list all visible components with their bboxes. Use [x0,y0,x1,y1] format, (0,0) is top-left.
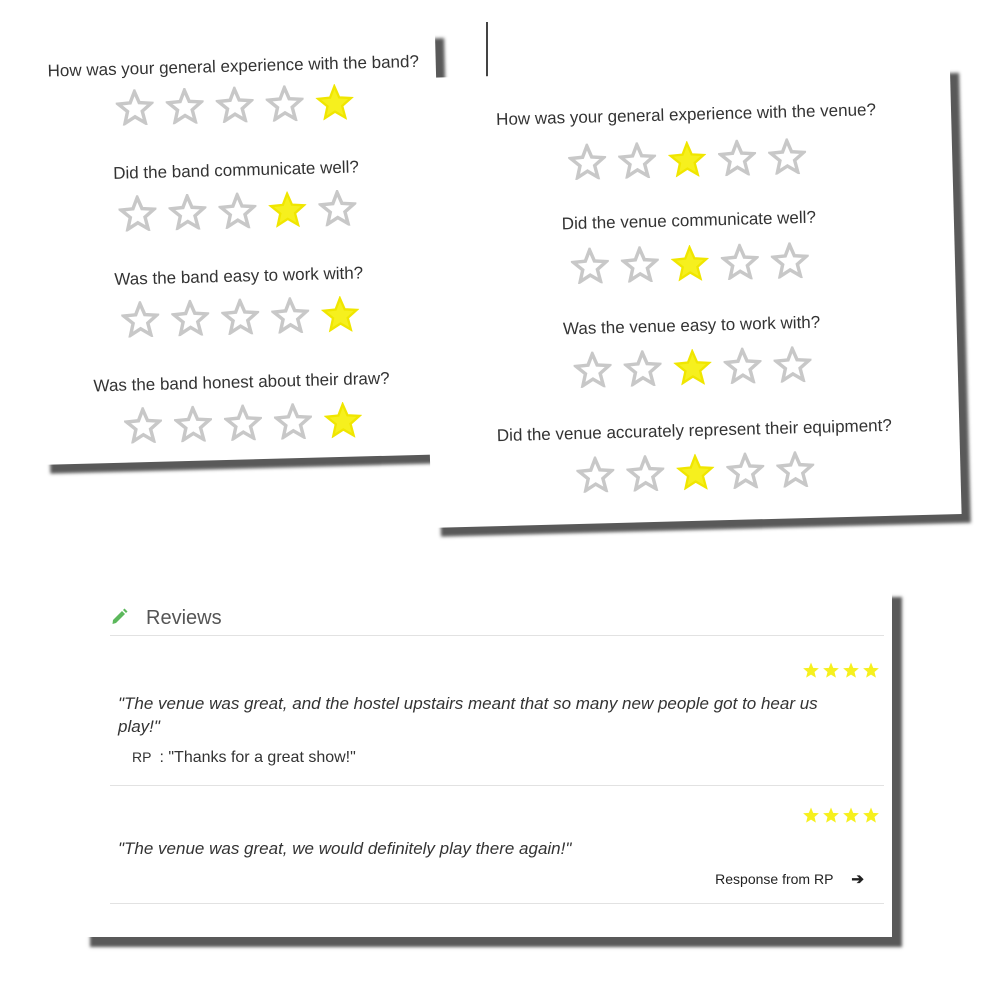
venue-question-1: How was your general experience with the… [495,100,877,130]
band-question-2: Did the band communicate well? [112,157,360,183]
star-empty-icon[interactable] [270,296,310,334]
arrow-right-icon[interactable]: ➔ [851,870,864,888]
star-filled-icon[interactable] [323,401,362,439]
star-empty-icon[interactable] [767,137,807,175]
review-1-quote: "The venue was great, and the hostel ups… [118,694,818,736]
star-filled-icon [842,661,860,679]
venue-question-4: Did the venue accurately represent their… [496,415,893,446]
star-filled-icon [822,661,840,679]
response-from-rp-link[interactable]: Response from RP ➔ [715,870,864,888]
star-filled-icon[interactable] [314,83,354,121]
star-empty-icon[interactable] [620,245,660,283]
band-question-4: Was the band honest about their draw? [93,368,390,396]
star-empty-icon[interactable] [173,405,213,443]
star-filled-icon [802,661,820,679]
star-empty-icon[interactable] [567,143,607,181]
star-filled-icon[interactable] [673,348,712,386]
star-empty-icon[interactable] [117,194,157,232]
venue-rating-1[interactable] [422,134,953,189]
star-empty-icon[interactable] [725,452,765,490]
band-rating-1[interactable] [31,81,437,133]
review-1-stars [800,661,880,684]
star-empty-icon[interactable] [573,351,613,389]
star-empty-icon[interactable] [273,402,313,440]
star-empty-icon[interactable] [167,193,207,231]
venue-question-2: Did the venue communicate well? [561,207,817,234]
star-empty-icon[interactable] [773,345,813,383]
star-empty-icon[interactable] [223,404,263,442]
star-empty-icon[interactable] [264,84,304,122]
review-divider [110,903,884,904]
star-filled-icon [822,806,840,824]
reviews-title: Reviews [146,606,222,629]
band-rating-3[interactable] [37,293,443,345]
reviews-header: Reviews [110,601,222,635]
star-empty-icon[interactable] [123,406,163,444]
reviews-panel: Reviews "The venue was great, and the ho… [80,587,892,937]
pencil-icon [110,606,130,631]
response-link-label[interactable]: Response from RP [715,871,833,887]
star-empty-icon[interactable] [723,347,763,385]
star-empty-icon[interactable] [717,139,757,177]
star-filled-icon [842,806,860,824]
venue-rating-3[interactable] [427,342,958,397]
venue-rating-4[interactable] [430,447,961,502]
venue-survey-card: How was your general experience with the… [420,64,962,528]
star-empty-icon[interactable] [120,300,160,338]
review-divider [110,785,884,786]
star-empty-icon[interactable] [770,241,810,279]
star-filled-icon [862,661,880,679]
star-empty-icon[interactable] [570,247,610,285]
star-empty-icon[interactable] [217,192,257,230]
reply-author: RP [132,749,152,765]
reply-text: "Thanks for a great show!" [168,749,356,766]
star-empty-icon[interactable] [214,86,254,124]
star-filled-icon [862,806,880,824]
star-empty-icon[interactable] [114,88,154,126]
reviews-header-divider [110,635,884,636]
star-empty-icon[interactable] [720,243,760,281]
star-filled-icon [802,806,820,824]
star-empty-icon[interactable] [317,189,357,227]
star-empty-icon[interactable] [617,141,657,179]
star-empty-icon[interactable] [623,349,663,387]
band-survey-card: How was your general experience with the… [30,29,446,465]
venue-rating-2[interactable] [425,238,956,293]
review-2-quote: "The venue was great, we would definitel… [118,839,572,858]
band-question-3: Was the band easy to work with? [114,263,364,289]
band-rating-2[interactable] [34,187,440,239]
star-filled-icon[interactable] [267,190,307,228]
star-empty-icon[interactable] [170,299,210,337]
star-filled-icon[interactable] [667,140,707,178]
vertical-divider [486,22,488,78]
star-empty-icon[interactable] [775,450,815,488]
star-empty-icon[interactable] [220,298,260,336]
star-filled-icon[interactable] [670,244,710,282]
star-filled-icon[interactable] [675,453,715,491]
band-question-1: How was your general experience with the… [47,51,420,81]
star-empty-icon[interactable] [575,456,615,494]
star-empty-icon[interactable] [625,454,665,492]
reply-separator: : [159,749,164,766]
band-rating-4[interactable] [40,399,446,451]
star-empty-icon[interactable] [164,87,204,125]
review-1-reply: RP: "Thanks for a great show!" [132,749,356,767]
review-2-stars [800,806,880,829]
star-filled-icon[interactable] [320,295,360,333]
venue-question-3: Was the venue easy to work with? [562,312,821,339]
